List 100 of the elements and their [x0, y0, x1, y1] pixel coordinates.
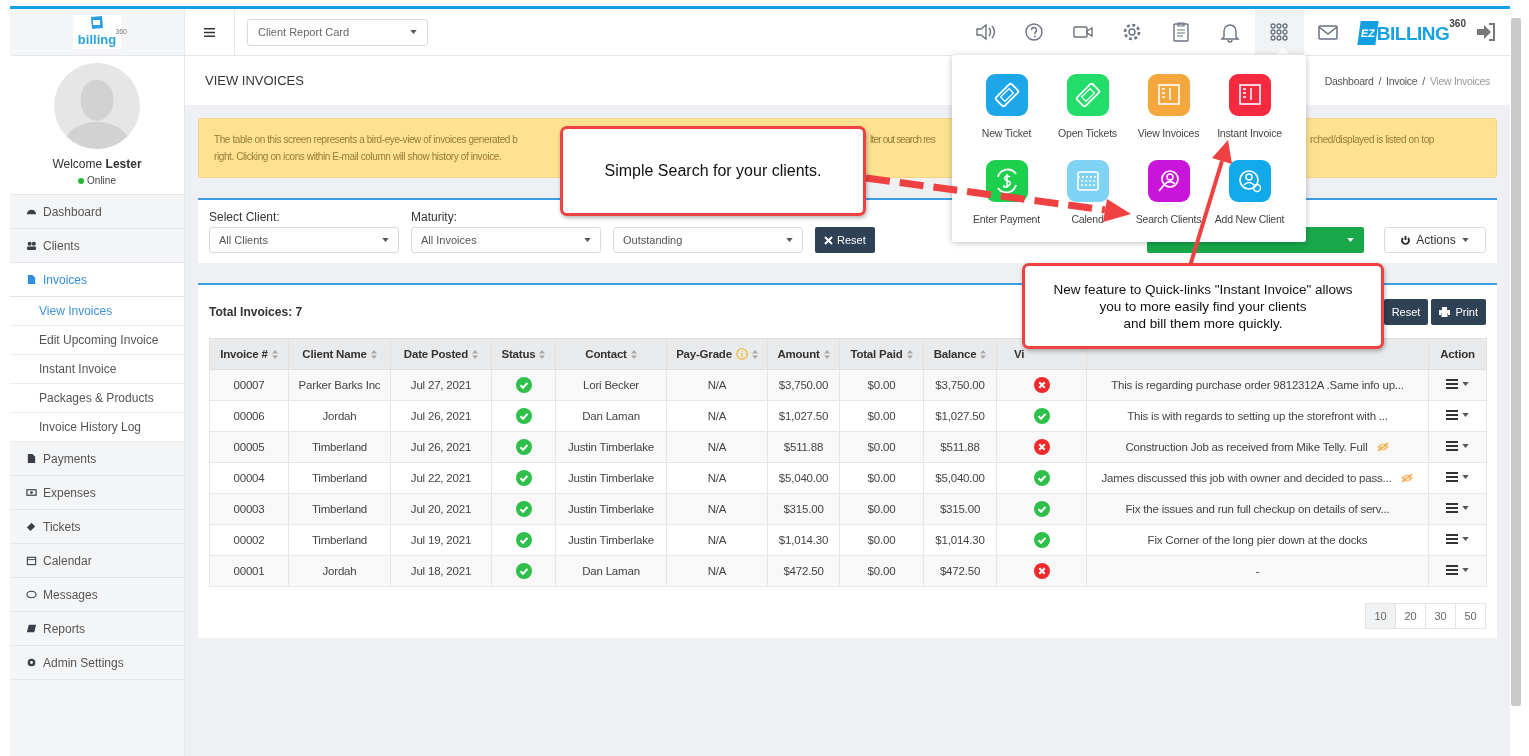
table-cell: Jordah [288, 555, 391, 587]
sort-icon[interactable] [539, 349, 546, 359]
sort-icon[interactable] [980, 349, 987, 359]
table-cell: Justin Timberlake [555, 431, 667, 463]
table-cell: - [1255, 565, 1260, 577]
actions-button[interactable]: Actions [1384, 227, 1486, 253]
alert-text: The table on this screen represents a bird-eye-view of invoices generated b [214, 133, 518, 147]
tickets-icon [26, 521, 37, 532]
grid-icon [1268, 21, 1291, 43]
sort-icon[interactable] [751, 349, 758, 359]
alert-text: right. Clicking on icons within E-mail column will show history of invoice. [214, 150, 503, 164]
callout-note: New feature to Quick-links "Instant Invoice" allows you to more easily find your clients and bill them more quickly. [1022, 263, 1384, 349]
scrollbar[interactable] [1511, 18, 1521, 706]
row-menu-button[interactable] [1446, 534, 1469, 544]
column-header[interactable]: Status [491, 338, 556, 370]
sort-icon[interactable] [472, 349, 479, 359]
quick-link[interactable]: Open Tickets [1047, 74, 1128, 160]
reset-button[interactable]: Reset [815, 227, 875, 253]
clients-icon [26, 240, 37, 251]
table-cell: Jul 20, 2021 [390, 493, 492, 525]
sort-icon[interactable] [906, 349, 913, 359]
table-cell: $0.00 [839, 400, 924, 432]
table-cell: $1,014.30 [923, 524, 997, 556]
page-size-button[interactable]: 10 [1365, 603, 1396, 629]
row-menu-button[interactable] [1446, 441, 1469, 451]
filter-select[interactable]: Outstanding [613, 227, 803, 253]
sidebar-subitem[interactable]: Edit Upcoming Invoice [10, 326, 184, 355]
total-invoices: Total Invoices: 7 [209, 305, 303, 319]
row-menu-button[interactable] [1446, 565, 1469, 575]
table-cell: 00006 [209, 400, 289, 432]
filter-select[interactable]: All Invoices [411, 227, 601, 253]
speaker-icon [974, 21, 997, 43]
sidebar-item[interactable]: Calendar [10, 544, 184, 578]
table-cell: Lori Becker [555, 369, 667, 401]
row-menu-button[interactable] [1446, 472, 1469, 482]
page-size-button[interactable]: 20 [1395, 603, 1426, 629]
quick-link[interactable]: Add New Client [1209, 160, 1290, 246]
logo-text: billing [77, 33, 117, 46]
row-menu-button[interactable] [1446, 410, 1469, 420]
table-cell: $511.88 [923, 431, 997, 463]
sidebar-item[interactable]: Tickets [10, 510, 184, 544]
column-header[interactable]: Client Name [288, 338, 391, 370]
table-cell: Construction Job as received from Mike Telly. Full [1125, 441, 1368, 453]
column-header[interactable]: Invoice # [209, 338, 289, 370]
table-cell: N/A [666, 400, 768, 432]
page-size-button[interactable]: 30 [1425, 603, 1456, 629]
row-menu-button[interactable] [1446, 503, 1469, 513]
sort-icon[interactable] [370, 349, 377, 359]
column-header[interactable]: Balance [923, 338, 997, 370]
hidden-eye-icon[interactable] [1375, 442, 1390, 452]
sidebar-item[interactable]: Invoices [10, 263, 184, 297]
menu-icon[interactable] [204, 27, 215, 37]
page-size-button[interactable]: 50 [1455, 603, 1486, 629]
breadcrumb-link[interactable]: Invoice [1386, 74, 1418, 87]
sidebar-item[interactable]: Admin Settings [10, 646, 184, 680]
table-cell: Fix the issues and run full checkup on details of serv... [1125, 503, 1390, 515]
apps-button[interactable] [1254, 9, 1304, 55]
help-icon [1023, 21, 1046, 43]
column-header[interactable]: Total Paid [839, 338, 924, 370]
column-header[interactable]: Amount [767, 338, 840, 370]
breadcrumb-link[interactable]: Dashboard [1324, 74, 1374, 87]
table-cell: 00005 [209, 431, 289, 463]
table-cell: $511.88 [767, 431, 840, 463]
row-menu-button[interactable] [1446, 379, 1469, 389]
table-cell: Fix Corner of the long pier down at the docks [1147, 534, 1368, 546]
column-header[interactable]: Pay-Grade [666, 338, 768, 370]
quick-link[interactable]: New Ticket [966, 74, 1047, 160]
quick-link[interactable]: Search Clients [1128, 160, 1209, 246]
caret-icon [584, 238, 591, 242]
sidebar-item[interactable]: Reports [10, 612, 184, 646]
info-icon[interactable] [735, 348, 748, 360]
sidebar-item[interactable]: Payments [10, 442, 184, 476]
sort-icon[interactable] [271, 349, 278, 359]
sidebar-item[interactable]: Messages [10, 578, 184, 612]
quick-link[interactable]: View Invoices [1128, 74, 1209, 160]
sidebar-item[interactable]: Dashboard [10, 195, 184, 229]
column-header[interactable]: Contact [555, 338, 667, 370]
table-cell: N/A [666, 431, 768, 463]
sort-icon[interactable] [630, 349, 637, 359]
column-header[interactable]: Date Posted [390, 338, 492, 370]
reports-icon [26, 623, 37, 634]
sidebar-subitem[interactable]: Packages & Products [10, 384, 184, 413]
reset-button[interactable]: Reset [1383, 299, 1429, 325]
table-cell: $5,040.00 [923, 462, 997, 494]
table-cell: $472.50 [767, 555, 840, 587]
filter-select[interactable]: All Clients [209, 227, 399, 253]
print-button[interactable]: Print [1431, 299, 1486, 325]
hidden-eye-icon[interactable] [1399, 473, 1414, 483]
table-cell: $315.00 [923, 493, 997, 525]
table-cell: Jordah [288, 400, 391, 432]
sidebar-item[interactable]: Expenses [10, 476, 184, 510]
sort-icon[interactable] [823, 349, 830, 359]
logout-icon[interactable] [1476, 23, 1496, 41]
table-cell: $1,014.30 [767, 524, 840, 556]
sidebar-subitem[interactable]: Invoice History Log [10, 413, 184, 442]
quick-link[interactable]: Enter Payment [966, 160, 1047, 246]
sidebar-subitem[interactable]: Instant Invoice [10, 355, 184, 384]
table-cell: Dan Laman [555, 400, 667, 432]
report-select[interactable]: Client Report Card [247, 18, 428, 46]
table-cell: $1,027.50 [767, 400, 840, 432]
